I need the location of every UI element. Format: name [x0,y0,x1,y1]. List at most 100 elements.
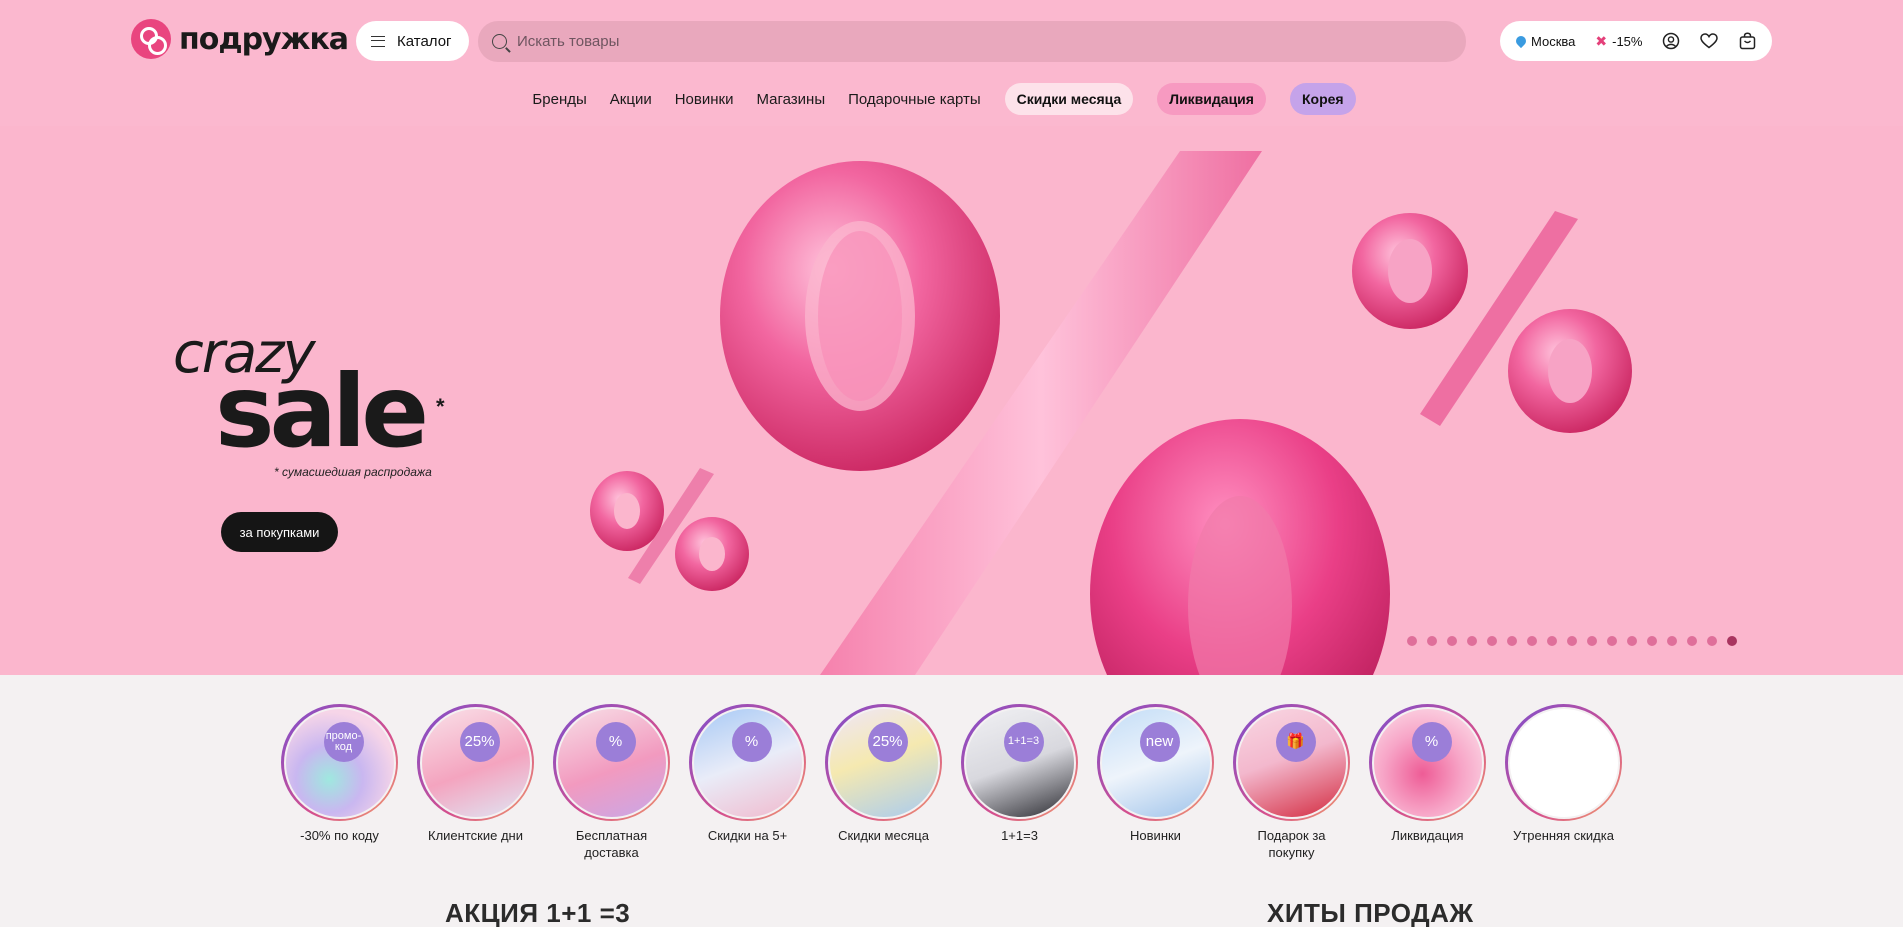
slider-dot[interactable] [1467,636,1477,646]
slider-dot[interactable] [1727,636,1737,646]
story-item[interactable]: промо-код -30% по кодy [281,704,398,861]
story-thumbnail: % [691,706,804,819]
story-ring: % [689,704,806,821]
story-label: Новинки [1130,828,1181,843]
nav-item-promotions[interactable]: Акции [610,91,652,108]
story-badge: % [731,721,772,762]
story-item[interactable]: 1+1=3 1+1=3 [961,704,1078,861]
location-pin-icon [1513,33,1529,49]
story-badge: 1+1=3 [1003,721,1044,762]
story-badge: new [1139,721,1180,762]
story-ring: 🎁 [1233,704,1350,821]
story-thumbnail: new [1099,706,1212,819]
catalog-button[interactable]: Каталог [356,21,469,61]
hero-note: * сумасшедшая распродажа [274,465,432,479]
story-badge: промо-код [323,721,364,762]
story-thumbnail: % [555,706,668,819]
story-thumbnail: 25% [419,706,532,819]
user-toolbar: Москва ✖ -15% [1500,21,1772,61]
slider-dot[interactable] [1667,636,1677,646]
slider-dot[interactable] [1707,636,1717,646]
search-bar[interactable] [478,21,1466,62]
slider-dot[interactable] [1507,636,1517,646]
story-badge: 25% [867,721,908,762]
hero-asterisk: * [436,394,445,419]
slider-dot[interactable] [1587,636,1597,646]
logo[interactable]: подружка [131,19,349,59]
story-item[interactable]: Утренняя скидка [1505,704,1622,861]
story-label: Подарок за покупку [1257,828,1326,860]
story-badge: 25% [459,721,500,762]
nav-pill-liquidation[interactable]: Ликвидация [1157,83,1266,115]
flower-icon: ✖ [1595,32,1608,49]
slider-dot[interactable] [1407,636,1417,646]
search-icon [492,34,507,49]
story-label: Утренняя скидка [1513,828,1614,843]
story-ring: 25% [417,704,534,821]
story-badge: % [1411,721,1452,762]
menu-icon [371,35,385,47]
hero-area: подружка Каталог Москва ✖ -15% [0,0,1903,675]
story-item[interactable]: 25% Клиентские дни [417,704,534,861]
nav-item-brands[interactable]: Бренды [532,91,586,108]
promo-section-title: АКЦИЯ 1+1 =3 [445,898,631,927]
story-thumbnail: % [1371,706,1484,819]
nav-item-new[interactable]: Новинки [675,91,734,108]
story-label: Ликвидация [1391,828,1464,843]
story-ring: 1+1=3 [961,704,1078,821]
slider-dot[interactable] [1447,636,1457,646]
story-badge: 🎁 [1275,721,1316,762]
catalog-label: Каталог [397,32,452,50]
favorites-heart-icon[interactable] [1698,30,1720,52]
city-name: Москва [1531,33,1576,49]
story-ring: new [1097,704,1214,821]
story-label: Клиентские дни [428,828,523,843]
shop-now-button[interactable]: за покупками [221,512,338,552]
story-item[interactable]: % Ликвидация [1369,704,1486,861]
logo-mark-icon [131,19,171,59]
slider-dot[interactable] [1627,636,1637,646]
nav-pill-month-discounts[interactable]: Скидки месяца [1004,83,1134,115]
stories-row: промо-код -30% по кодy 25% Клиентские дни% Б… [281,704,1622,861]
story-label: Скидки месяца [838,828,929,843]
story-item[interactable]: % Бесплатная доставка [553,704,670,861]
profile-icon[interactable] [1660,30,1682,52]
story-label: 1+1=3 [1001,828,1038,843]
story-item[interactable]: % Скидки на 5+ [689,704,806,861]
slider-dot[interactable] [1427,636,1437,646]
story-label: Скидки на 5+ [707,828,788,843]
nav-item-stores[interactable]: Магазины [756,91,825,108]
story-ring: % [553,704,670,821]
slider-dot[interactable] [1527,636,1537,646]
nav-item-gift-cards[interactable]: Подарочные карты [848,91,981,108]
city-selector[interactable]: Москва [1513,33,1576,49]
slider-dot[interactable] [1547,636,1557,646]
story-item[interactable]: 25% Скидки месяца [825,704,942,861]
story-item[interactable]: 🎁 Подарок за покупку [1233,704,1350,861]
slider-dot[interactable] [1607,636,1617,646]
story-badge: % [595,721,636,762]
story-ring: промо-код [281,704,398,821]
story-label: -30% по кодy [300,828,379,843]
story-thumbnail [1507,706,1620,819]
search-input[interactable] [517,33,1417,50]
cart-bag-icon[interactable] [1736,30,1758,52]
slider-dot[interactable] [1647,636,1657,646]
discount-value: -15% [1612,33,1643,49]
story-ring: % [1369,704,1486,821]
story-label: Бесплатная доставка [575,828,648,860]
slider-dot[interactable] [1487,636,1497,646]
slider-dot[interactable] [1687,636,1697,646]
hero-title-main: sale [215,353,429,470]
story-ring [1505,704,1622,821]
story-thumbnail: 1+1=3 [963,706,1076,819]
nav-pill-korea[interactable]: Корея [1289,83,1356,115]
story-item[interactable]: new Новинки [1097,704,1214,861]
site-header: подружка Каталог Москва ✖ -15% [0,0,1903,126]
hero-banner[interactable]: crazy sale * * сумасшедшая распродажа за… [0,126,1903,675]
main-nav: Бренды Акции Новинки Магазины Подарочные… [0,83,1903,115]
discount-card[interactable]: ✖ -15% [1595,33,1642,50]
slider-dot[interactable] [1567,636,1577,646]
story-thumbnail: 🎁 [1235,706,1348,819]
slider-dots [1407,636,1737,646]
